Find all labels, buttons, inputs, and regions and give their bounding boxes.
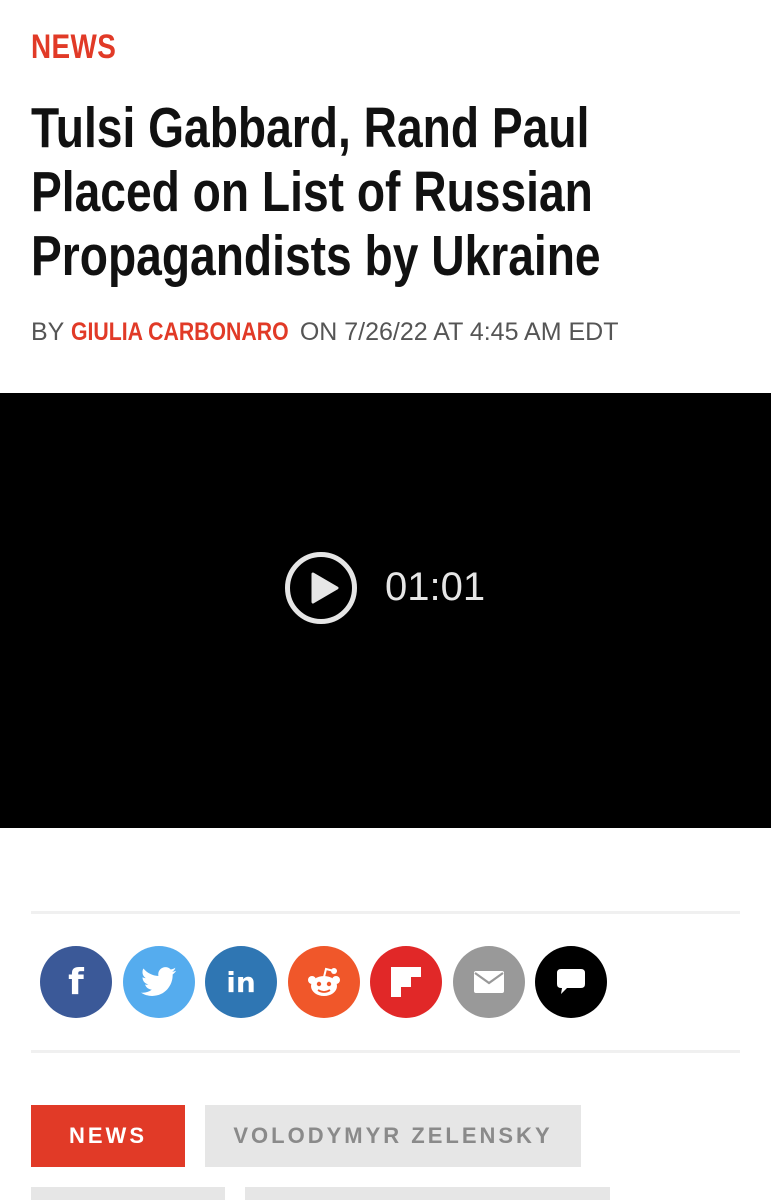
video-player[interactable]: 01:01 [0,393,771,828]
tag-partial[interactable] [245,1187,610,1200]
byline: BY GIULIA CARBONARO ON 7/26/22 AT 4:45 A… [31,318,619,347]
reddit-share-button[interactable] [287,946,360,1018]
linkedin-share-button[interactable]: in [205,946,277,1018]
section-label[interactable]: NEWS [31,28,116,67]
article-headline: Tulsi Gabbard, Rand Paul Placed on List … [31,96,695,288]
share-top-divider [31,911,740,914]
linkedin-icon: in [226,966,256,999]
headline-line: Tulsi Gabbard, Rand Paul [31,96,590,160]
tag-news[interactable]: NEWS [31,1105,185,1167]
email-share-button[interactable] [452,946,525,1018]
byline-date: ON 7/26/22 AT 4:45 AM EDT [299,318,619,346]
flipboard-icon [391,967,421,997]
headline-line: Propagandists by Ukraine [31,224,601,288]
flipboard-share-button[interactable] [370,946,442,1018]
play-icon [311,572,339,604]
share-bar: f in [40,946,618,1020]
facebook-share-button[interactable]: f [40,946,112,1018]
twitter-share-button[interactable] [122,946,195,1018]
byline-prefix: BY [31,318,64,346]
twitter-icon [140,967,176,996]
tag-partial[interactable] [31,1187,225,1200]
tag-volodymyr-zelensky[interactable]: VOLODYMYR ZELENSKY [205,1105,581,1167]
reddit-icon [307,967,340,996]
video-duration: 01:01 [385,565,486,609]
share-bottom-divider [31,1050,740,1053]
author-link[interactable]: GIULIA CARBONARO [71,318,289,347]
play-button[interactable] [285,552,357,624]
article-page: NEWS Tulsi Gabbard, Rand Paul Placed on … [0,0,771,1200]
headline-line: Placed on List of Russian [31,160,593,224]
comment-icon [557,969,585,994]
facebook-icon: f [68,962,84,1003]
email-icon [473,971,504,993]
comment-button[interactable] [535,946,607,1018]
